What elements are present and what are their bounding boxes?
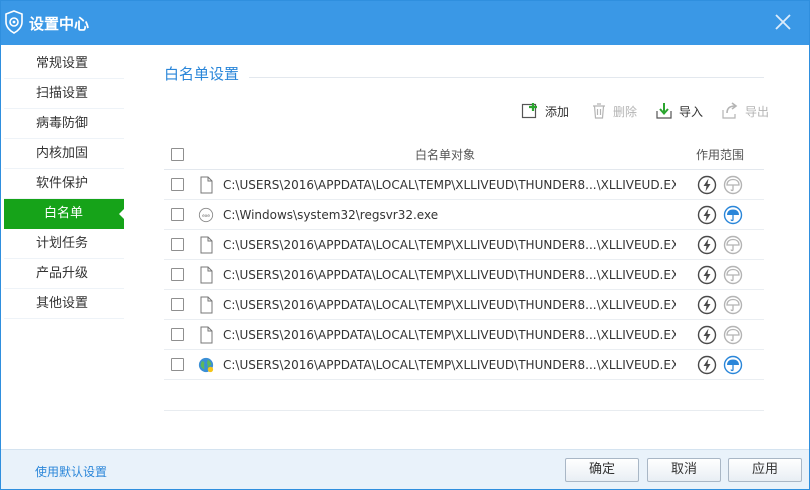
table-row[interactable]: C:\USERS\2016\APPDATA\LOCAL\TEMP\XLLIVEU…: [164, 350, 764, 380]
table-row[interactable]: C:\USERS\2016\APPDATA\LOCAL\TEMP\XLLIVEU…: [164, 170, 764, 200]
section-divider: [249, 77, 764, 78]
umbrella-icon[interactable]: [723, 355, 743, 375]
lightning-icon[interactable]: [697, 265, 717, 285]
lightning-icon[interactable]: [697, 175, 717, 195]
row-scope: [676, 295, 764, 315]
file-icon: [200, 326, 213, 343]
sidebar-item-kernel[interactable]: 内核加固: [4, 139, 124, 169]
umbrella-icon[interactable]: [723, 325, 743, 345]
row-checkbox[interactable]: [171, 268, 184, 281]
row-path: C:\USERS\2016\APPDATA\LOCAL\TEMP\XLLIVEU…: [223, 297, 676, 312]
row-checkbox[interactable]: [171, 358, 184, 371]
umbrella-icon[interactable]: [723, 205, 743, 225]
umbrella-icon[interactable]: [723, 175, 743, 195]
file-icon: [200, 176, 213, 193]
sidebar: 常规设置 扫描设置 病毒防御 内核加固 软件保护 白名单 计划任务 产品升级 其…: [4, 45, 125, 449]
title-bar[interactable]: 设置中心: [1, 1, 809, 45]
table-row[interactable]: C:\USERS\2016\APPDATA\LOCAL\TEMP\XLLIVEU…: [164, 260, 764, 290]
lightning-icon[interactable]: [697, 235, 717, 255]
add-icon: [521, 103, 537, 119]
sidebar-item-schedule[interactable]: 计划任务: [4, 229, 124, 259]
row-path: C:\Windows\system32\regsvr32.exe: [223, 207, 439, 222]
gear-shield-logo-icon: [5, 10, 23, 34]
export-icon: [722, 102, 738, 119]
table-row[interactable]: exe C:\Windows\system32\regsvr32.exe: [164, 200, 764, 230]
row-path: C:\USERS\2016\APPDATA\LOCAL\TEMP\XLLIVEU…: [223, 237, 676, 252]
whitelist-table: 白名单对象 作用范围 C:\USERS\2016\APPDATA\LOCAL\T…: [164, 140, 764, 380]
row-path: C:\USERS\2016\APPDATA\LOCAL\TEMP\XLLIVEU…: [223, 327, 676, 342]
sidebar-item-upgrade[interactable]: 产品升级: [4, 259, 124, 289]
import-button[interactable]: 导入: [655, 100, 703, 122]
globe-icon: [198, 357, 214, 372]
row-checkbox[interactable]: [171, 208, 184, 221]
add-button[interactable]: 添加: [521, 100, 569, 122]
sidebar-item-general[interactable]: 常规设置: [4, 49, 124, 79]
row-path: C:\USERS\2016\APPDATA\LOCAL\TEMP\XLLIVEU…: [223, 267, 676, 282]
lightning-icon[interactable]: [697, 355, 717, 375]
select-all-checkbox[interactable]: [171, 148, 184, 161]
row-checkbox[interactable]: [171, 328, 184, 341]
content-panel: 白名单设置 添加 删除 导入 导出 白名单对象 作用范围 C:\USERS\20…: [124, 45, 809, 449]
table-header: 白名单对象 作用范围: [164, 140, 764, 170]
lightning-icon[interactable]: [697, 325, 717, 345]
umbrella-icon[interactable]: [723, 265, 743, 285]
row-scope: [676, 265, 764, 285]
lightning-icon[interactable]: [697, 205, 717, 225]
apply-button[interactable]: 应用: [728, 458, 802, 482]
close-icon[interactable]: [773, 12, 793, 32]
sidebar-item-virus-defense[interactable]: 病毒防御: [4, 109, 124, 139]
svg-text:exe: exe: [202, 213, 210, 218]
sidebar-item-whitelist[interactable]: 白名单: [4, 199, 125, 229]
restore-defaults-link[interactable]: 使用默认设置: [35, 463, 107, 480]
row-checkbox[interactable]: [171, 298, 184, 311]
row-scope: [676, 205, 764, 225]
settings-window: 设置中心 常规设置 扫描设置 病毒防御 内核加固 软件保护 白名单 计划任务 产…: [0, 0, 810, 490]
file-icon: [200, 236, 213, 253]
row-checkbox[interactable]: [171, 238, 184, 251]
row-path: C:\USERS\2016\APPDATA\LOCAL\TEMP\XLLIVEU…: [223, 177, 676, 192]
import-icon: [656, 103, 672, 119]
lightning-icon[interactable]: [697, 295, 717, 315]
window-title: 设置中心: [29, 15, 90, 33]
sidebar-item-other[interactable]: 其他设置: [4, 289, 124, 319]
exe-icon: exe: [198, 207, 214, 222]
ok-button[interactable]: 确定: [565, 458, 639, 482]
file-icon: [200, 296, 213, 313]
export-button[interactable]: 导出: [721, 100, 769, 122]
column-header-scope: 作用范围: [695, 148, 744, 162]
row-checkbox[interactable]: [171, 178, 184, 191]
table-row[interactable]: C:\USERS\2016\APPDATA\LOCAL\TEMP\XLLIVEU…: [164, 320, 764, 350]
footer-bar: 使用默认设置 确定 取消 应用: [1, 449, 809, 489]
sidebar-item-scan[interactable]: 扫描设置: [4, 79, 124, 109]
cancel-button[interactable]: 取消: [647, 458, 721, 482]
umbrella-icon[interactable]: [723, 295, 743, 315]
row-scope: [676, 235, 764, 255]
row-scope: [676, 355, 764, 375]
row-path: C:\USERS\2016\APPDATA\LOCAL\TEMP\XLLIVEU…: [223, 357, 676, 372]
sidebar-item-software-protection[interactable]: 软件保护: [4, 169, 124, 199]
table-row[interactable]: C:\USERS\2016\APPDATA\LOCAL\TEMP\XLLIVEU…: [164, 230, 764, 260]
row-scope: [676, 175, 764, 195]
table-row[interactable]: C:\USERS\2016\APPDATA\LOCAL\TEMP\XLLIVEU…: [164, 290, 764, 320]
toolbar: 添加 删除 导入 导出: [124, 100, 809, 122]
delete-button[interactable]: 删除: [591, 100, 637, 122]
file-icon: [200, 266, 213, 283]
row-scope: [676, 325, 764, 345]
table-bottom-divider: [164, 410, 764, 411]
column-header-object: 白名单对象: [414, 148, 475, 162]
trash-icon: [593, 103, 605, 119]
umbrella-icon[interactable]: [723, 235, 743, 255]
section-title: 白名单设置: [164, 65, 240, 83]
